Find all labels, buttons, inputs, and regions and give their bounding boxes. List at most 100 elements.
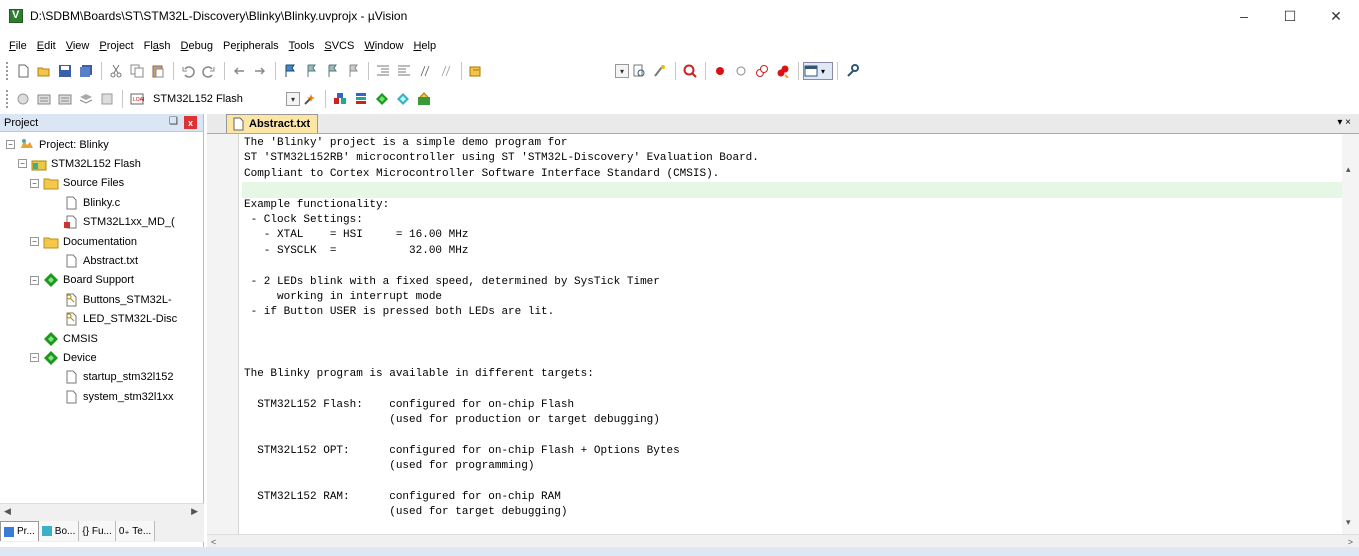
kill-breakpoints-icon[interactable]	[773, 61, 793, 81]
code-line[interactable]: STM32L152 OPT: configured for on-chip Fl…	[242, 444, 1359, 459]
code-line[interactable]: ST 'STM32L152RB' microcontroller using S…	[242, 151, 1359, 166]
panel-tab[interactable]: {} Fu...	[79, 521, 116, 541]
tree-item[interactable]: STM32L1xx_MD_(	[50, 213, 175, 232]
code-line[interactable]: Compliant to Cortex Microcontroller Soft…	[242, 167, 1359, 182]
comment-icon[interactable]	[415, 61, 435, 81]
open-file-icon[interactable]	[34, 61, 54, 81]
project-hscrollbar[interactable]: ◀ ▶	[0, 503, 204, 520]
menu-tools[interactable]: Tools	[284, 40, 320, 52]
unindent-icon[interactable]	[394, 61, 414, 81]
project-items-icon[interactable]	[351, 89, 371, 109]
menu-file[interactable]: File	[4, 40, 32, 52]
find-dropdown-icon[interactable]: ▾	[615, 64, 629, 78]
tree-item[interactable]: − STM32L152 Flash	[18, 154, 141, 173]
save-icon[interactable]	[55, 61, 75, 81]
debug-session-icon[interactable]	[680, 61, 700, 81]
menu-debug[interactable]: Debug	[176, 40, 218, 52]
redo-icon[interactable]	[199, 61, 219, 81]
tree-item[interactable]: CMSIS	[30, 329, 98, 348]
pin-icon[interactable]: ❑	[169, 116, 178, 127]
collapse-icon[interactable]: −	[30, 353, 39, 363]
panel-tab[interactable]: Pr...	[0, 521, 39, 541]
collapse-icon[interactable]: −	[18, 159, 27, 169]
panel-tab[interactable]: Bo...	[38, 521, 80, 541]
code-line[interactable]	[242, 259, 1359, 274]
code-line[interactable]: The 'Blinky' project is a simple demo pr…	[242, 136, 1359, 151]
panel-tab[interactable]: 0₊ Te...	[115, 521, 156, 541]
new-file-icon[interactable]	[13, 61, 33, 81]
minimize-button[interactable]: –	[1221, 0, 1267, 32]
window-layout-dropdown[interactable]: ▾	[803, 62, 833, 80]
line-gutter[interactable]	[207, 134, 239, 534]
menu-peripherals[interactable]: Peripherals	[218, 40, 284, 52]
toolbar-grip[interactable]	[6, 62, 9, 80]
select-packs-icon[interactable]	[393, 89, 413, 109]
code-line[interactable]: STM32L152 Flash: configured for on-chip …	[242, 398, 1359, 413]
tree-item[interactable]: Blinky.c	[50, 193, 120, 212]
enable-breakpoint-icon[interactable]	[731, 61, 751, 81]
tab-list-dropdown-icon[interactable]: ▾ ×	[1337, 117, 1351, 128]
tree-item[interactable]: − Project: Blinky	[6, 135, 109, 154]
close-panel-icon[interactable]: x	[184, 116, 197, 129]
indent-icon[interactable]	[373, 61, 393, 81]
tree-item[interactable]: − Board Support	[30, 271, 134, 290]
code-area[interactable]: The 'Blinky' project is a simple demo pr…	[242, 136, 1359, 534]
tree-item[interactable]: Abstract.txt	[50, 251, 138, 270]
uncomment-icon[interactable]	[436, 61, 456, 81]
scroll-up-icon[interactable]: ▴	[1346, 164, 1351, 175]
close-button[interactable]: ✕	[1313, 0, 1359, 32]
scroll-right-icon[interactable]: ▶	[191, 506, 198, 517]
hscroll-right-icon[interactable]: >	[1348, 537, 1353, 547]
menu-flash[interactable]: Flash	[139, 40, 176, 52]
menu-edit[interactable]: Edit	[32, 40, 61, 52]
code-line[interactable]	[242, 321, 1359, 336]
undo-icon[interactable]	[178, 61, 198, 81]
code-line[interactable]: The Blinky program is available in diffe…	[242, 367, 1359, 382]
code-line[interactable]: STM32L152 RAM: configured for on-chip RA…	[242, 490, 1359, 505]
target-options-icon[interactable]	[300, 89, 320, 109]
code-line[interactable]	[242, 382, 1359, 397]
tree-item[interactable]: startup_stm32l152	[50, 368, 174, 387]
build-icon[interactable]	[34, 89, 54, 109]
configure-icon[interactable]	[842, 61, 862, 81]
code-line[interactable]: - if Button USER is pressed both LEDs ar…	[242, 305, 1359, 320]
clear-bookmarks-icon[interactable]	[343, 61, 363, 81]
code-line[interactable]: - SYSCLK = 32.00 MHz	[242, 244, 1359, 259]
tree-item[interactable]: LED_STM32L-Disc	[50, 310, 177, 329]
collapse-icon[interactable]: −	[30, 237, 39, 246]
navigate-back-icon[interactable]	[229, 61, 249, 81]
tree-item[interactable]: − Source Files	[30, 174, 124, 193]
collapse-icon[interactable]: −	[6, 140, 15, 149]
file-extensions-icon[interactable]	[330, 89, 350, 109]
code-line[interactable]: - XTAL = HSI = 16.00 MHz	[242, 228, 1359, 243]
pack-installer-icon[interactable]	[414, 89, 434, 109]
scroll-down-icon[interactable]: ▾	[1346, 517, 1351, 528]
tree-item[interactable]: system_stm32l1xx	[50, 387, 173, 406]
tree-item[interactable]: − Device	[30, 348, 97, 367]
menu-view[interactable]: View	[61, 40, 95, 52]
collapse-icon[interactable]: −	[30, 275, 39, 285]
code-line[interactable]: (used for programming)	[242, 459, 1359, 474]
menu-svcs[interactable]: SVCS	[319, 40, 359, 52]
incremental-find-icon[interactable]	[650, 61, 670, 81]
code-line[interactable]	[242, 336, 1359, 351]
scroll-left-icon[interactable]: ◀	[4, 506, 11, 517]
target-select[interactable]: STM32L152 Flash	[150, 89, 282, 109]
maximize-button[interactable]: ☐	[1267, 0, 1313, 32]
code-line[interactable]: (used for production or target debugging…	[242, 413, 1359, 428]
cut-icon[interactable]	[106, 61, 126, 81]
menu-help[interactable]: Help	[408, 40, 441, 52]
insert-breakpoint-icon[interactable]	[710, 61, 730, 81]
menu-project[interactable]: Project	[94, 40, 138, 52]
code-line[interactable]	[242, 428, 1359, 443]
editor-vscrollbar[interactable]: ▴ ▾	[1342, 134, 1359, 534]
batch-build-icon[interactable]	[76, 89, 96, 109]
copy-icon[interactable]	[127, 61, 147, 81]
code-line[interactable]: Example functionality:	[242, 198, 1359, 213]
find-in-files-icon[interactable]	[466, 61, 486, 81]
next-bookmark-icon[interactable]	[322, 61, 342, 81]
tab-abstract-txt[interactable]: Abstract.txt	[226, 114, 319, 133]
download-icon[interactable]: LOAD	[127, 89, 147, 109]
code-line[interactable]	[242, 182, 1359, 198]
tree-item[interactable]: Buttons_STM32L-	[50, 290, 172, 309]
